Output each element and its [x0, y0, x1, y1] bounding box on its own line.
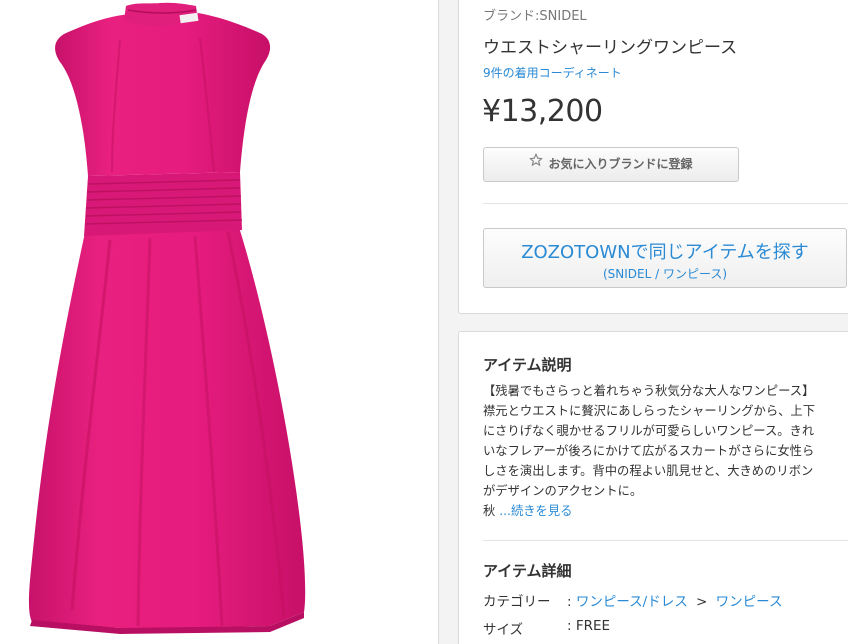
size-text: FREE — [575, 618, 611, 634]
item-info-card: アイテム説明 【残暑でもさらっと着れちゃう秋気分な大人なワンピース】 襟元とウエ… — [458, 331, 848, 644]
description-line: 襟元とウエストに贅沢にあしらったシャーリングから、上下 — [483, 404, 816, 418]
product-price: ¥13,200 — [482, 94, 603, 129]
description-text: 【残暑でもさらっと着れちゃう秋気分な大人なワンピース】 襟元とウエストに贅沢にあ… — [483, 381, 847, 521]
product-name: ウエストシャーリングワンピース — [483, 38, 738, 58]
size-label: サイズ — [483, 622, 524, 638]
coordinate-link[interactable]: 9件の着用コーディネート — [483, 64, 622, 81]
zozotown-search-button[interactable]: ZOZOTOWNで同じアイテムを探す (SNIDEL / ワンピース) — [483, 228, 847, 288]
description-line: しさを演出します。背中の程よい肌見せと、大きめのリボン — [483, 464, 814, 478]
category-link-onepiece[interactable]: ワンピース — [716, 594, 783, 610]
divider — [483, 203, 848, 204]
description-title: アイテム説明 — [483, 356, 572, 374]
category-label: カテゴリー — [483, 594, 551, 610]
zozotown-search-label: ZOZOTOWNで同じアイテムを探す — [521, 242, 809, 263]
read-more-link[interactable]: ...続きを見る — [499, 504, 572, 518]
star-icon — [529, 147, 543, 180]
description-line: 【残暑でもさらっと着れちゃう秋気分な大人なワンピース】 — [483, 384, 815, 398]
colon: : — [567, 618, 572, 634]
product-image-pane[interactable] — [0, 0, 439, 644]
description-line: にさりげなく覗かせるフリルが可愛らしいワンピース。きれ — [483, 424, 815, 438]
details-title: アイテム詳細 — [483, 562, 572, 580]
description-line: 秋 — [483, 504, 500, 518]
description-line: いなフレアーが後ろにかけて広がるスカートがさらに女性ら — [483, 444, 815, 458]
size-value: : FREE — [567, 618, 610, 634]
product-info-panel: ブランド:SNIDEL ウエストシャーリングワンピース 9件の着用コーディネート… — [439, 0, 848, 644]
divider — [483, 540, 848, 541]
zozotown-search-sub: (SNIDEL / ワンピース) — [602, 267, 728, 281]
description-line: がデザインのアクセントに。 — [483, 484, 643, 498]
brand-label[interactable]: ブランド:SNIDEL — [483, 5, 587, 24]
product-image[interactable] — [0, 0, 438, 644]
favorite-brand-button[interactable]: お気に入りブランドに登録 — [483, 147, 739, 182]
colon: : — [567, 594, 572, 610]
category-value: : ワンピース/ドレス > ワンピース — [567, 590, 782, 610]
product-summary-card: ブランド:SNIDEL ウエストシャーリングワンピース 9件の着用コーディネート… — [458, 0, 848, 314]
category-separator: > — [696, 594, 708, 610]
category-link-dress[interactable]: ワンピース/ドレス — [576, 594, 688, 610]
favorite-brand-label: お気に入りブランドに登録 — [548, 157, 693, 171]
